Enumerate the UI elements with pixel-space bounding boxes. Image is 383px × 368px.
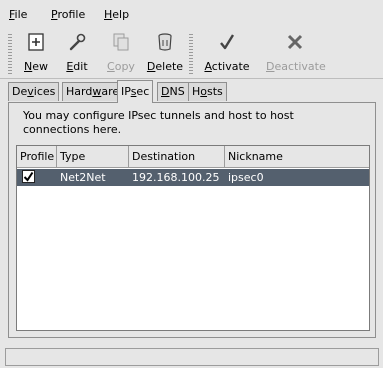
new-button[interactable]: New	[20, 32, 52, 76]
deactivate-button[interactable]: Deactivate	[266, 32, 326, 76]
column-header-nickname[interactable]: Nickname	[225, 146, 369, 168]
row-type: Net2Net	[60, 171, 106, 184]
tab-hosts[interactable]: Hosts	[188, 82, 227, 101]
menu-profile[interactable]: Profile	[51, 8, 85, 21]
column-header-profile[interactable]: Profile	[17, 146, 57, 168]
ipsec-table: Profile Type Destination Nickname Net2Ne…	[16, 145, 370, 331]
tab-devices[interactable]: Devices	[8, 82, 60, 101]
column-header-destination[interactable]: Destination	[129, 146, 225, 168]
row-nickname: ipsec0	[228, 171, 264, 184]
row-destination: 192.168.100.25	[132, 171, 220, 184]
new-icon	[28, 33, 44, 51]
tab-dns[interactable]: DNS	[157, 82, 189, 101]
table-row[interactable]: Net2Net 192.168.100.25 ipsec0	[17, 169, 369, 186]
x-icon	[287, 34, 303, 50]
wrench-icon	[69, 33, 86, 51]
ipsec-panel: You may configure IPsec tunnels and host…	[8, 102, 376, 338]
checkmark-icon	[220, 34, 235, 50]
trash-icon	[158, 33, 172, 51]
column-header-type[interactable]: Type	[57, 146, 129, 168]
menu-file[interactable]: File	[9, 8, 27, 21]
toolbar-divider	[0, 78, 383, 79]
tab-ipsec[interactable]: IPsec	[117, 80, 154, 103]
toolbar-separator	[189, 34, 193, 74]
edit-button[interactable]: Edit	[62, 32, 92, 76]
ipsec-description: You may configure IPsec tunnels and host…	[23, 109, 294, 136]
toolbar: New Edit Copy Delete Activate Deactivate	[0, 28, 383, 78]
status-bar	[5, 348, 379, 366]
delete-button[interactable]: Delete	[146, 32, 184, 76]
copy-icon	[113, 33, 129, 51]
toolbar-grip[interactable]	[8, 34, 12, 74]
copy-button[interactable]: Copy	[104, 32, 138, 76]
profile-checkbox[interactable]	[22, 170, 35, 183]
checkmark-icon	[23, 171, 34, 182]
activate-button[interactable]: Activate	[204, 32, 250, 76]
menu-help[interactable]: Help	[104, 8, 129, 21]
tab-hardware[interactable]: Hardware	[62, 82, 124, 101]
menubar: File Profile Help	[0, 0, 383, 26]
